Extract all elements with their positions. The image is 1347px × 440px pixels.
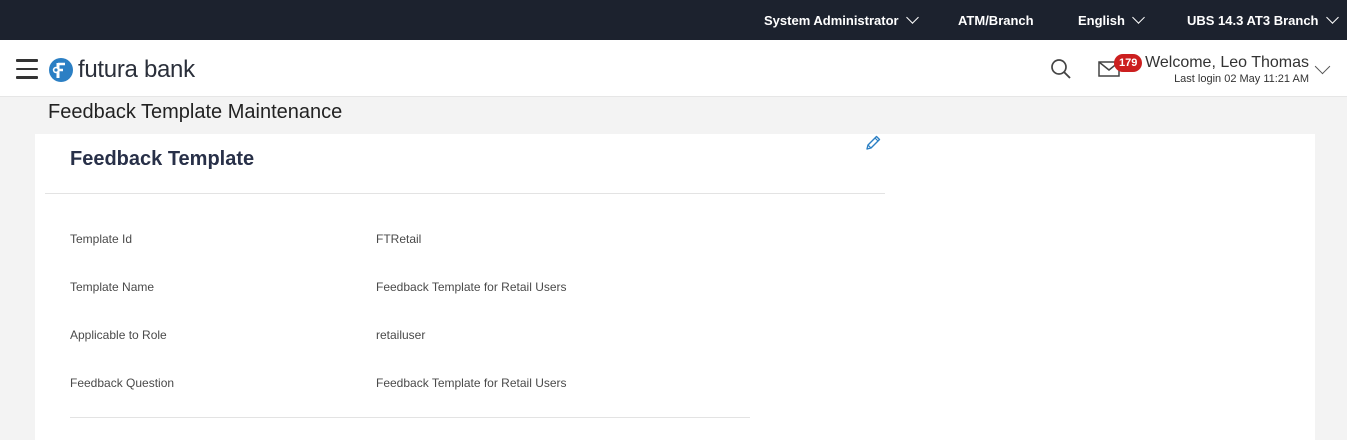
feedback-question-label: Feedback Question — [70, 376, 175, 390]
chevron-down-icon — [1132, 10, 1145, 24]
page-title: Feedback Template Maintenance — [48, 101, 343, 123]
user-menu[interactable]: Welcome, Leo Thomas Last login 02 May 11… — [1145, 54, 1309, 85]
branch-dropdown[interactable]: UBS 14.3 AT3 Branch — [1187, 0, 1339, 40]
role-dropdown[interactable]: System Administrator — [764, 0, 919, 40]
template-name-label: Template Name — [70, 280, 155, 294]
futura-bank-logo-icon — [49, 58, 73, 82]
entity-dropdown[interactable]: ATM/Branch — [958, 0, 1034, 40]
last-login-text: Last login 02 May 11:21 AM — [1174, 73, 1309, 85]
applicable-role-value: retailuser — [376, 328, 426, 342]
top-bar: System Administrator ATM/Branch English … — [0, 0, 1347, 40]
divider — [70, 417, 750, 418]
brand-name: futura bank — [78, 56, 195, 83]
notification-badge[interactable]: 179 — [1114, 54, 1143, 72]
language-dropdown[interactable]: English — [1078, 0, 1145, 40]
pencil-icon[interactable] — [864, 134, 882, 152]
role-label: System Administrator — [764, 12, 899, 28]
divider — [45, 193, 885, 194]
branch-label: UBS 14.3 AT3 Branch — [1187, 12, 1319, 28]
applicable-role-label: Applicable to Role — [70, 328, 167, 342]
template-name-value: Feedback Template for Retail Users — [376, 280, 567, 294]
brand-logo[interactable]: futura bank — [48, 56, 195, 84]
welcome-text: Welcome, Leo Thomas — [1145, 54, 1309, 71]
feedback-question-value: Feedback Template for Retail Users — [376, 376, 567, 390]
chevron-down-icon — [1325, 10, 1339, 24]
hamburger-menu-icon[interactable] — [16, 59, 38, 79]
entity-label: ATM/Branch — [958, 12, 1034, 28]
chevron-down-icon — [905, 10, 919, 24]
chevron-down-icon[interactable] — [1314, 58, 1331, 75]
language-label: English — [1078, 12, 1125, 28]
template-id-value: FTRetail — [376, 232, 422, 246]
card-title: Feedback Template — [70, 148, 255, 170]
content-panel — [35, 134, 1315, 440]
search-icon[interactable] — [1050, 58, 1072, 80]
template-id-label: Template Id — [70, 232, 133, 246]
app-header: futura bank 179 Welcome, Leo Thomas Last… — [0, 40, 1347, 97]
